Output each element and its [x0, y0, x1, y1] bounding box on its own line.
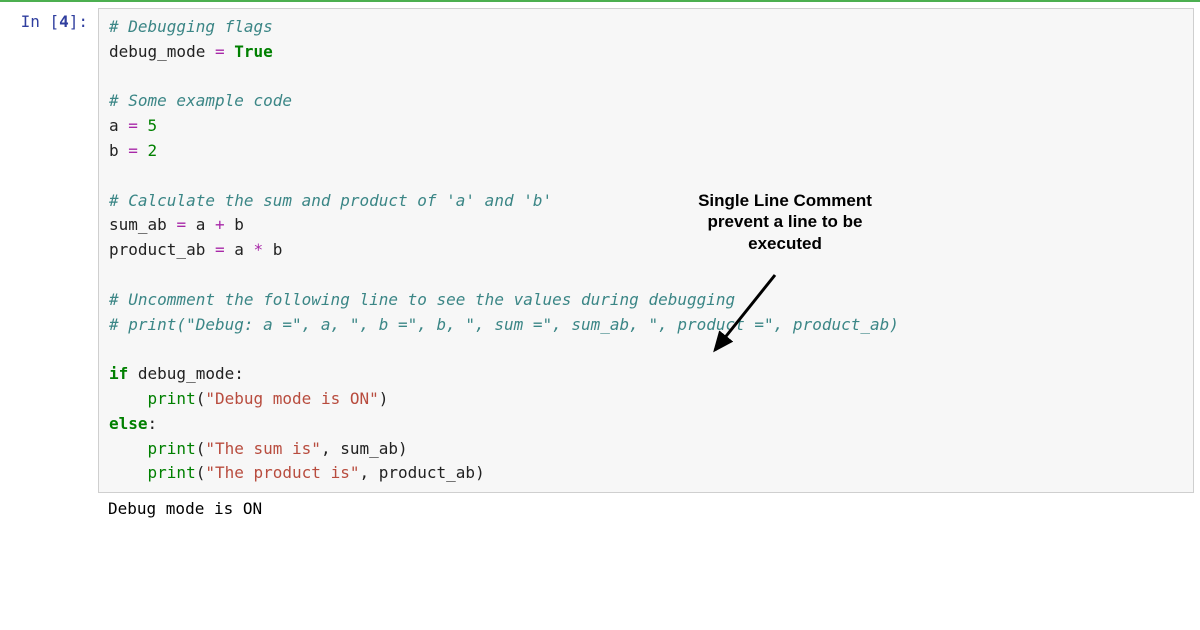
input-prompt: In [4]:: [0, 8, 98, 31]
annotation-label: Single Line Comment prevent a line to be…: [670, 190, 900, 254]
output-spacer: [0, 493, 98, 524]
code-cell: In [4]: # Debugging flags debug_mode = T…: [0, 2, 1200, 493]
code-input[interactable]: # Debugging flags debug_mode = True # So…: [98, 8, 1194, 493]
cell-output: Debug mode is ON: [98, 493, 272, 524]
output-row: Debug mode is ON: [0, 493, 1200, 524]
